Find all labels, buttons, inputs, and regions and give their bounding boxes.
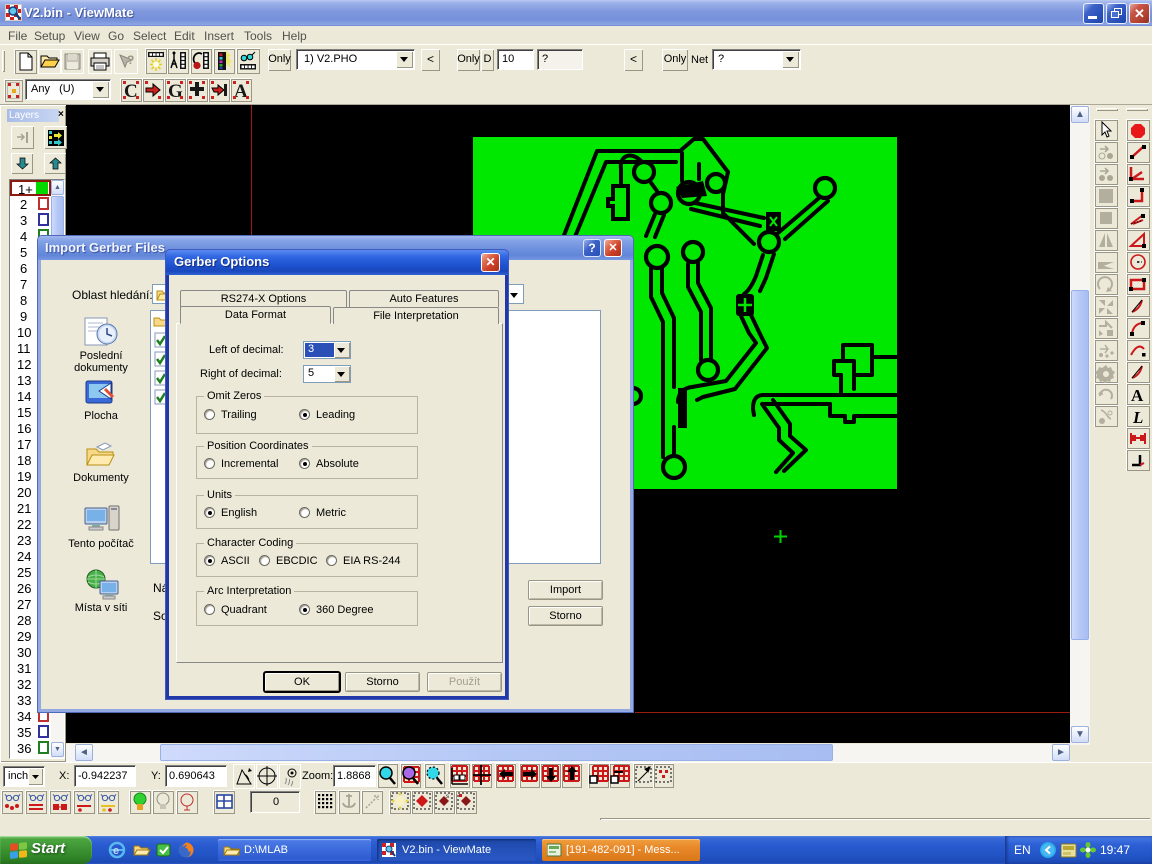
svg-text:C: C — [124, 81, 138, 102]
svg-text:s: s — [446, 794, 449, 800]
svg-text:A: A — [234, 81, 248, 102]
svg-text:?: ? — [127, 53, 134, 67]
svg-text:L: L — [1132, 408, 1143, 427]
svg-text:e: e — [113, 845, 119, 857]
svg-text:A: A — [1131, 386, 1144, 405]
